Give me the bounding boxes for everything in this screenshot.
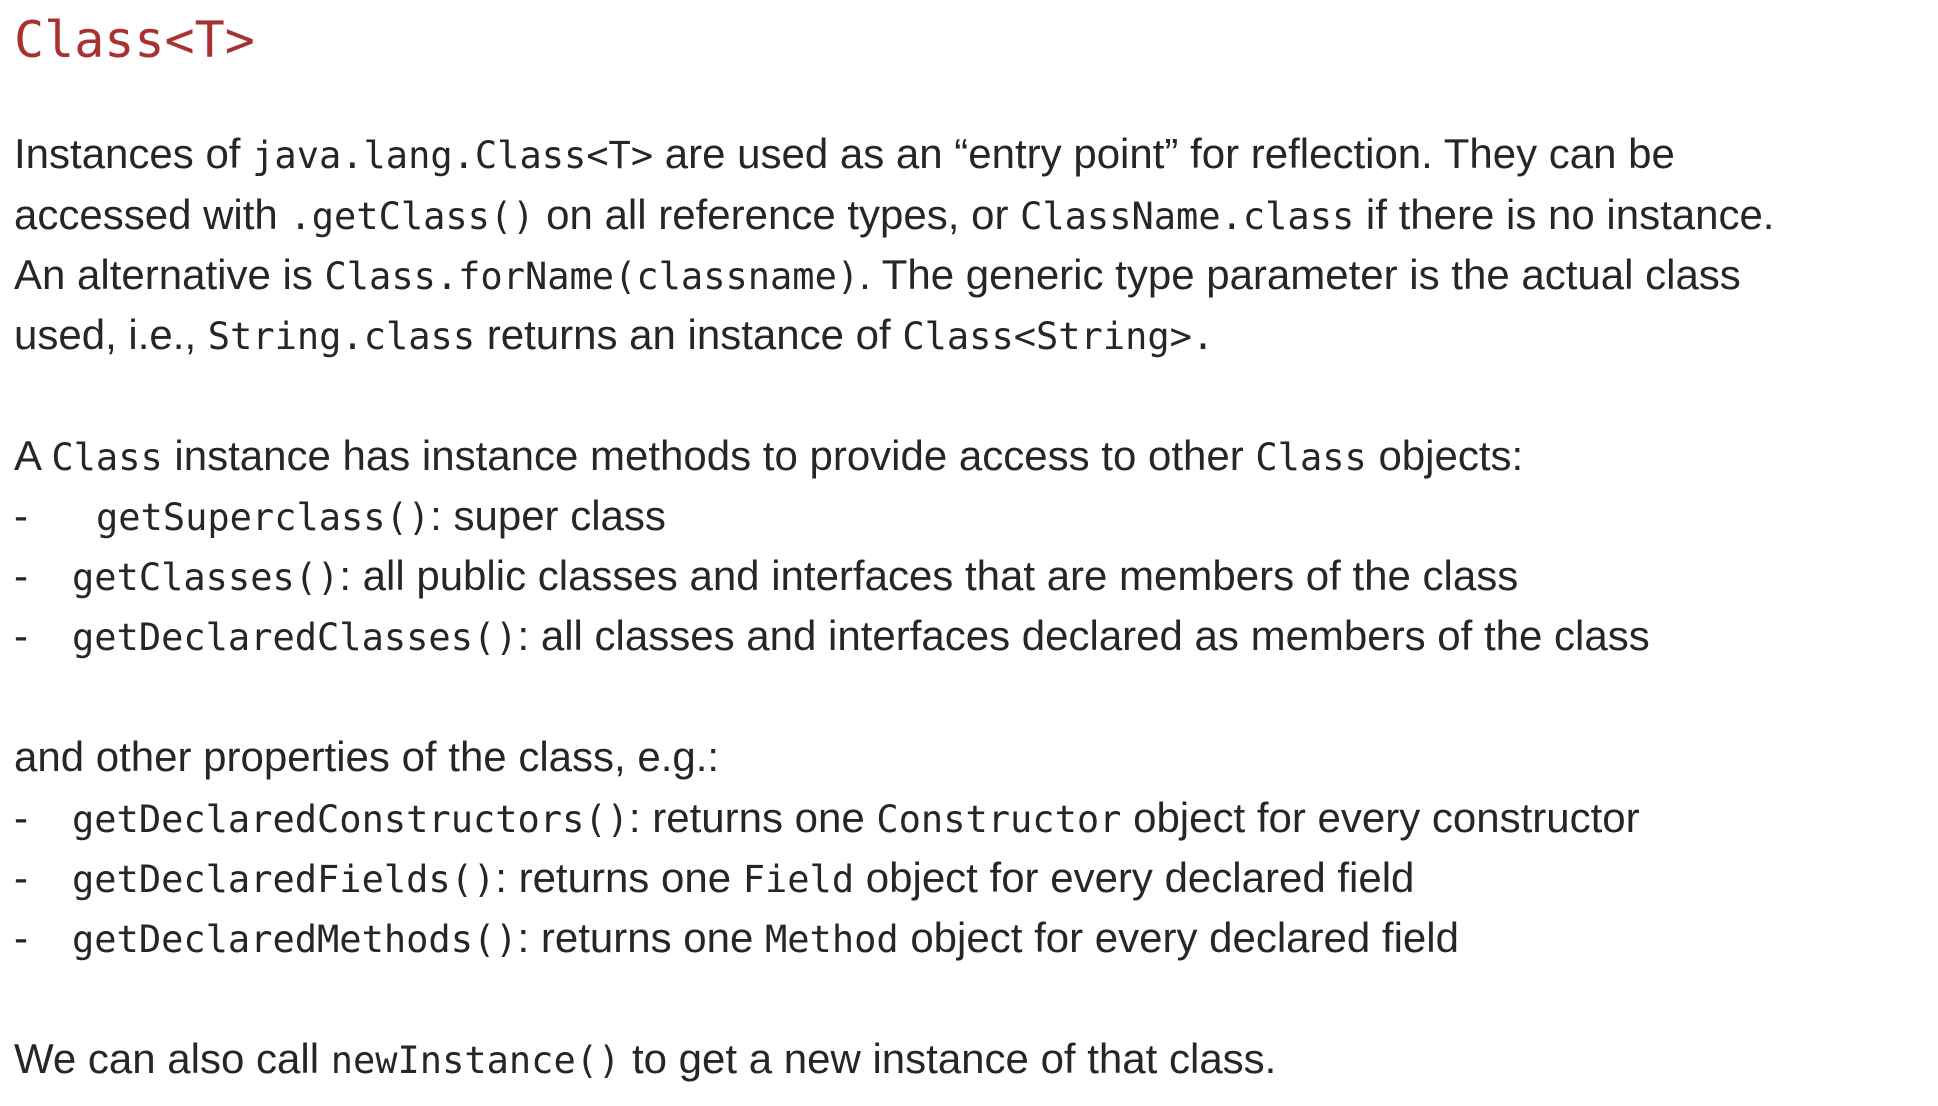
intro-line-2: accessed with .getClass() on all referen… bbox=[14, 187, 1774, 245]
text: object for every declared field bbox=[854, 854, 1415, 901]
text: A bbox=[14, 432, 52, 479]
access-lead: A Class instance has instance methods to… bbox=[14, 428, 1523, 486]
bullet-dash: - bbox=[14, 854, 28, 901]
code: Class bbox=[51, 436, 163, 479]
list-item: - getDeclaredClasses(): all classes and i… bbox=[14, 608, 1650, 666]
text: on all reference types, or bbox=[534, 191, 1021, 238]
text: An alternative is bbox=[14, 251, 325, 298]
bullet-dash: - bbox=[14, 794, 28, 841]
code: java.lang.Class<T> bbox=[252, 134, 654, 177]
text: : returns one bbox=[517, 914, 765, 961]
code: Class<String>. bbox=[902, 315, 1215, 358]
code: getDeclaredClasses() bbox=[72, 616, 518, 659]
text: to get a new instance of that class. bbox=[620, 1035, 1277, 1082]
code: Method bbox=[765, 918, 899, 961]
code: ClassName.class bbox=[1020, 195, 1355, 238]
text: We can also call bbox=[14, 1035, 331, 1082]
intro-line-4: used, i.e., String.class returns an inst… bbox=[14, 307, 1214, 365]
code: String.class bbox=[207, 315, 476, 358]
code: getDeclaredFields() bbox=[72, 858, 496, 901]
intro-line-3: An alternative is Class.forName(classnam… bbox=[14, 247, 1741, 305]
code: newInstance() bbox=[330, 1039, 621, 1082]
code: getSuperclass() bbox=[96, 496, 431, 539]
intro-line-1: Instances of java.lang.Class<T> are used… bbox=[14, 126, 1675, 184]
list-item: - getClasses(): all public classes and in… bbox=[14, 548, 1518, 606]
code: Class.forName(classname) bbox=[324, 255, 860, 298]
text: : returns one bbox=[628, 794, 877, 841]
text: : all classes and interfaces declared as… bbox=[517, 612, 1650, 659]
text: : returns one bbox=[495, 854, 743, 901]
text: accessed with bbox=[14, 191, 290, 238]
code: .getClass() bbox=[289, 195, 535, 238]
bullet-dash: - bbox=[14, 612, 28, 659]
props-lead: and other properties of the class, e.g.: bbox=[14, 733, 720, 780]
code: Class bbox=[1255, 436, 1367, 479]
bullet-dash: - bbox=[14, 492, 28, 539]
outro-line: We can also call newInstance() to get a … bbox=[14, 1031, 1276, 1089]
list-item: - getDeclaredMethods(): returns one Metho… bbox=[14, 910, 1459, 968]
list-item: - getDeclaredConstructors(): returns one … bbox=[14, 790, 1640, 848]
text: are used as an “entry point” for reflect… bbox=[653, 130, 1675, 177]
text: returns an instance of bbox=[475, 311, 903, 358]
code: Constructor bbox=[876, 798, 1122, 841]
code: Field bbox=[742, 858, 855, 901]
text: if there is no instance. bbox=[1354, 191, 1775, 238]
page-title: Class<T> bbox=[14, 11, 255, 69]
text: object for every declared field bbox=[898, 914, 1459, 961]
text: . The generic type parameter is the actu… bbox=[859, 251, 1741, 298]
bullet-dash: - bbox=[14, 552, 28, 599]
code: getClasses() bbox=[72, 556, 340, 599]
text: objects: bbox=[1366, 432, 1524, 479]
text: object for every constructor bbox=[1121, 794, 1640, 841]
code: getDeclaredMethods() bbox=[72, 918, 518, 961]
text: Instances of bbox=[14, 130, 253, 177]
text: : all public classes and interfaces that… bbox=[339, 552, 1519, 599]
code: getDeclaredConstructors() bbox=[72, 798, 629, 841]
list-item: - getDeclaredFields(): returns one Field … bbox=[14, 850, 1414, 908]
text: : super class bbox=[430, 492, 666, 539]
text: instance has instance methods to provide… bbox=[162, 432, 1256, 479]
text: used, i.e., bbox=[14, 311, 208, 358]
bullet-dash: - bbox=[14, 914, 28, 961]
list-item: - getSuperclass(): super class bbox=[14, 488, 666, 546]
